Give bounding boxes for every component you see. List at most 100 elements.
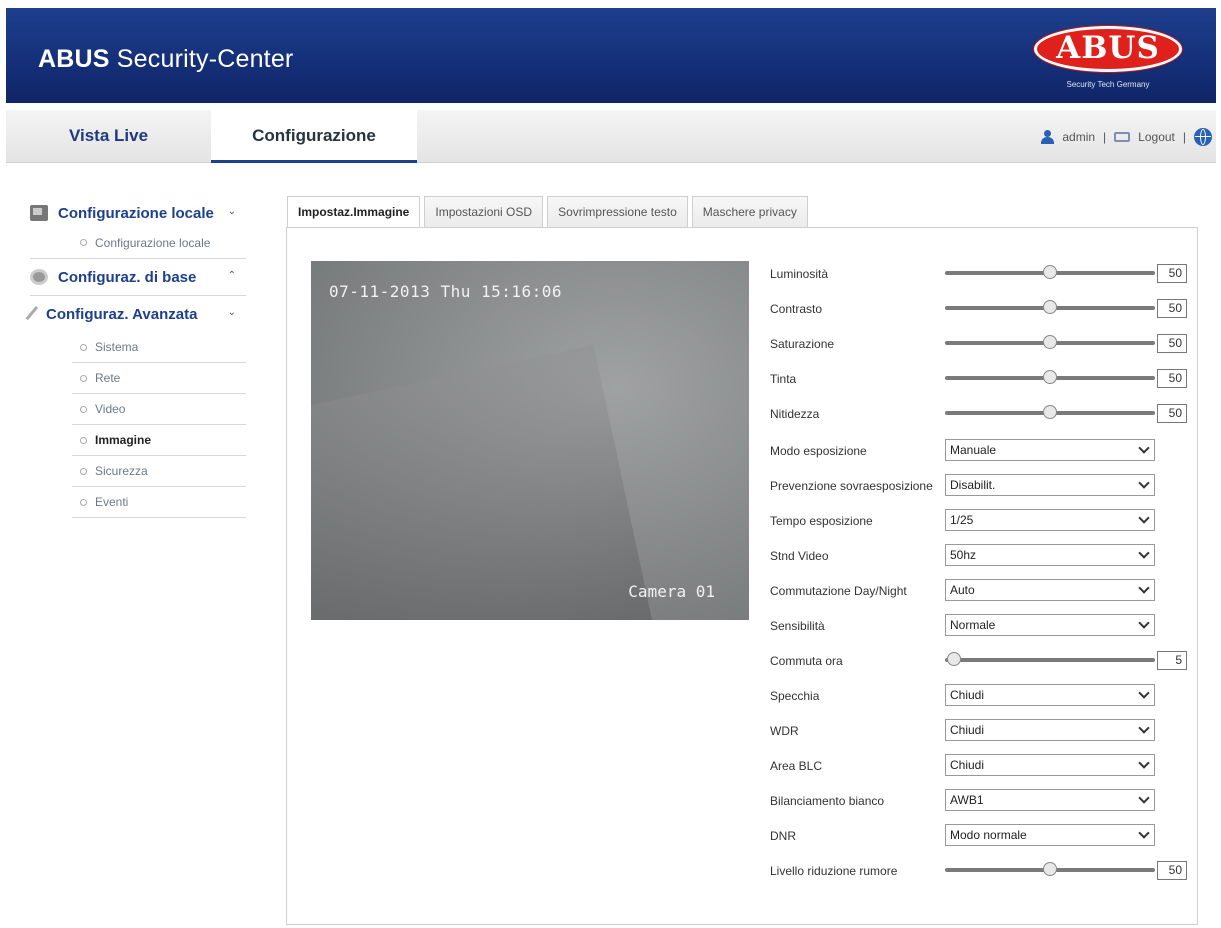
- setting-row-contrasto: Contrasto 50: [770, 297, 1190, 321]
- setting-label: Saturazione: [770, 337, 835, 351]
- sidebar-item-label: Sistema: [95, 340, 139, 354]
- setting-label: Contrasto: [770, 302, 823, 316]
- setting-label: Area BLC: [770, 759, 823, 773]
- sidebar-item-eventi[interactable]: Eventi: [72, 487, 246, 518]
- specchia-select[interactable]: Chiudi: [945, 684, 1155, 706]
- contrasto-slider[interactable]: [945, 300, 1155, 314]
- sidebar-item-rete[interactable]: Rete: [72, 363, 246, 394]
- setting-row-wdr: WDR Chiudi: [770, 719, 1190, 743]
- select-value: Chiudi: [950, 688, 985, 702]
- chevron-down-icon: [1138, 512, 1150, 524]
- slider-handle[interactable]: [1043, 335, 1057, 349]
- setting-row-tinta: Tinta 50: [770, 367, 1190, 391]
- commuta-ora-slider[interactable]: [945, 652, 1155, 666]
- setting-row-stnd-video: Stnd Video 50hz: [770, 544, 1190, 568]
- setting-row-commutazione-day-night: Commutazione Day/Night Auto: [770, 579, 1190, 603]
- tinta-value-input[interactable]: 50: [1157, 369, 1187, 388]
- prevenzione-sovraesposizione-select[interactable]: Disabilit.: [945, 474, 1155, 496]
- sidebar-section-label: Configuraz. di base: [58, 268, 197, 286]
- setting-label: Tinta: [770, 372, 797, 386]
- contrasto-value-input[interactable]: 50: [1157, 299, 1187, 318]
- setting-label: WDR: [770, 724, 799, 738]
- setting-row-saturazione: Saturazione 50: [770, 332, 1190, 356]
- setting-row-tempo-esposizione: Tempo esposizione 1/25: [770, 509, 1190, 533]
- logout-link[interactable]: Logout: [1138, 130, 1175, 144]
- livello-riduzione-rumore-slider[interactable]: [945, 862, 1155, 876]
- setting-label: Prevenzione sovraesposizione: [770, 479, 933, 493]
- slider-handle[interactable]: [1043, 300, 1057, 314]
- sidebar-section-configurazione-locale[interactable]: Configurazione locale ⌄: [30, 195, 246, 231]
- sidebar-item-sistema[interactable]: Sistema: [72, 332, 246, 363]
- sensibilita-select[interactable]: Normale: [945, 614, 1155, 636]
- slider-handle[interactable]: [1043, 862, 1057, 876]
- luminosita-slider[interactable]: [945, 265, 1155, 279]
- setting-row-sensibilita: Sensibilità Normale: [770, 614, 1190, 638]
- sidebar-item-sicurezza[interactable]: Sicurezza: [72, 456, 246, 487]
- bullet-icon: [80, 498, 87, 506]
- bullet-icon: [80, 343, 87, 351]
- commuta-ora-value-input[interactable]: 5: [1157, 651, 1187, 670]
- app-title-brand: ABUS: [38, 45, 110, 73]
- sidebar-section-label: Configuraz. Avanzata: [46, 305, 198, 323]
- slider-handle[interactable]: [1043, 405, 1057, 419]
- sidebar-item-video[interactable]: Video: [72, 394, 246, 425]
- modo-esposizione-select[interactable]: Manuale: [945, 439, 1155, 461]
- tab-impostaz-immagine[interactable]: Impostaz.Immagine: [287, 196, 421, 228]
- bilanciamento-bianco-select[interactable]: AWB1: [945, 789, 1155, 811]
- select-value: Disabilit.: [950, 478, 996, 492]
- logout-icon: [1114, 132, 1131, 142]
- sidebar-section-label: Configurazione locale: [58, 204, 214, 222]
- nitidezza-value-input[interactable]: 50: [1157, 404, 1187, 423]
- bullet-icon: [80, 467, 87, 475]
- select-value: Auto: [950, 583, 975, 597]
- select-value: AWB1: [950, 793, 984, 807]
- logo-tagline: Security Tech Germany: [1066, 80, 1150, 89]
- saturazione-value-input[interactable]: 50: [1157, 334, 1187, 353]
- dnr-select[interactable]: Modo normale: [945, 824, 1155, 846]
- commutazione-day-night-select[interactable]: Auto: [945, 579, 1155, 601]
- chevron-down-icon: [1138, 477, 1150, 489]
- slider-handle[interactable]: [1043, 265, 1057, 279]
- setting-row-luminosita: Luminosità 50: [770, 262, 1190, 286]
- nitidezza-slider[interactable]: [945, 405, 1155, 419]
- osd-camera-name: Camera 01: [628, 582, 715, 601]
- slider-handle[interactable]: [1043, 370, 1057, 384]
- wrench-icon: [25, 305, 41, 323]
- tab-sovrimpressione-testo[interactable]: Sovrimpressione testo: [547, 196, 688, 227]
- chevron-down-icon: [1138, 827, 1150, 839]
- area-blc-select[interactable]: Chiudi: [945, 754, 1155, 776]
- tinta-slider[interactable]: [945, 370, 1155, 384]
- user-area: admin | Logout |: [1040, 127, 1212, 147]
- tab-configurazione[interactable]: Configurazione: [211, 110, 417, 163]
- sidebar-section-configuraz-avanzata[interactable]: Configuraz. Avanzata ⌄: [25, 296, 246, 332]
- wdr-select[interactable]: Chiudi: [945, 719, 1155, 741]
- sidebar-item-immagine[interactable]: Immagine: [72, 425, 246, 456]
- sidebar-item-configurazione-locale[interactable]: Configurazione locale: [72, 227, 246, 258]
- tab-impostazioni-osd[interactable]: Impostazioni OSD: [424, 196, 544, 227]
- video-preview: 07-11-2013 Thu 15:16:06 Camera 01: [311, 261, 749, 620]
- globe-icon[interactable]: [1194, 128, 1212, 146]
- tab-vista-live[interactable]: Vista Live: [6, 110, 211, 163]
- setting-row-dnr: DNR Modo normale: [770, 824, 1190, 848]
- setting-row-bilanciamento-bianco: Bilanciamento bianco AWB1: [770, 789, 1190, 813]
- tempo-esposizione-select[interactable]: 1/25: [945, 509, 1155, 531]
- chevron-up-icon: ⌃: [227, 270, 236, 281]
- stnd-video-select[interactable]: 50hz: [945, 544, 1155, 566]
- tab-maschere-privacy[interactable]: Maschere privacy: [691, 196, 808, 227]
- app-title: ABUS Security-Center: [38, 45, 293, 74]
- select-value: Manuale: [950, 443, 997, 457]
- slider-track: [945, 658, 1155, 662]
- chevron-down-icon: [1138, 582, 1150, 594]
- slider-handle[interactable]: [946, 652, 961, 666]
- separator: |: [1182, 130, 1186, 144]
- livello-riduzione-rumore-value-input[interactable]: 50: [1157, 861, 1187, 880]
- username-link[interactable]: admin: [1062, 130, 1095, 144]
- setting-row-nitidezza: Nitidezza 50: [770, 402, 1190, 426]
- setting-row-area-blc: Area BLC Chiudi: [770, 754, 1190, 778]
- setting-label: Nitidezza: [770, 407, 820, 421]
- setting-label: Stnd Video: [770, 549, 829, 563]
- saturazione-slider[interactable]: [945, 335, 1155, 349]
- chevron-down-icon: [1138, 547, 1150, 559]
- sidebar-section-configuraz-di-base[interactable]: Configuraz. di base ⌃: [30, 259, 246, 295]
- luminosita-value-input[interactable]: 50: [1157, 264, 1187, 283]
